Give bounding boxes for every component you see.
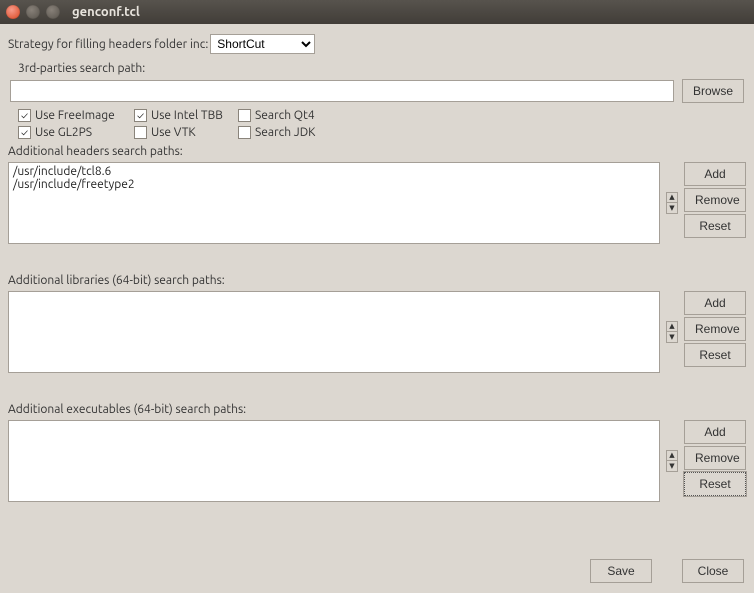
chevron-down-icon[interactable]: ▼ [666,332,678,343]
chevron-down-icon[interactable]: ▼ [666,203,678,214]
headers-spinner: ▲ ▼ [666,192,678,214]
libs-reset-button[interactable]: Reset [684,343,746,367]
chevron-up-icon[interactable]: ▲ [666,321,678,332]
thirdparty-label: 3rd-parties search path: [18,62,746,75]
libs-spinner: ▲ ▼ [666,321,678,343]
chevron-up-icon[interactable]: ▲ [666,450,678,461]
main-panel: Strategy for filling headers folder inc:… [0,24,754,593]
checkbox-icon: ✓ [18,109,31,122]
options-grid: ✓ Use FreeImage ✓ Use Intel TBB Search Q… [18,109,746,139]
check-label: Use FreeImage [35,109,115,122]
check-label: Search JDK [255,126,315,139]
maximize-icon[interactable] [46,5,60,19]
exes-label: Additional executables (64-bit) search p… [8,403,746,416]
titlebar: genconf.tcl [0,0,754,24]
libs-label: Additional libraries (64-bit) search pat… [8,274,746,287]
check-label: Use VTK [151,126,196,139]
checkbox-icon [238,126,251,139]
check-freeimage[interactable]: ✓ Use FreeImage [18,109,134,122]
headers-reset-button[interactable]: Reset [684,214,746,238]
chevron-down-icon[interactable]: ▼ [666,461,678,472]
libs-remove-button[interactable]: Remove [684,317,746,341]
libs-add-button[interactable]: Add [684,291,746,315]
minimize-icon[interactable] [26,5,40,19]
headers-remove-button[interactable]: Remove [684,188,746,212]
checkbox-icon [238,109,251,122]
exes-add-button[interactable]: Add [684,420,746,444]
check-tbb[interactable]: ✓ Use Intel TBB [134,109,238,122]
check-vtk[interactable]: Use VTK [134,126,238,139]
exes-spinner: ▲ ▼ [666,450,678,472]
exes-listbox[interactable] [8,420,660,502]
chevron-up-icon[interactable]: ▲ [666,192,678,203]
check-label: Use Intel TBB [151,109,223,122]
checkbox-icon: ✓ [134,109,147,122]
exes-remove-button[interactable]: Remove [684,446,746,470]
close-icon[interactable] [6,5,20,19]
window-title: genconf.tcl [72,5,140,19]
strategy-combo[interactable]: ShortCut [210,34,315,54]
save-button[interactable]: Save [590,559,652,583]
strategy-label: Strategy for filling headers folder inc: [8,38,208,51]
browse-button[interactable]: Browse [682,79,744,103]
exes-reset-button[interactable]: Reset [684,472,746,496]
check-gl2ps[interactable]: ✓ Use GL2PS [18,126,134,139]
footer: Save Close [590,559,744,583]
check-label: Use GL2PS [35,126,92,139]
checkbox-icon: ✓ [18,126,31,139]
close-button[interactable]: Close [682,559,744,583]
headers-add-button[interactable]: Add [684,162,746,186]
libs-listbox[interactable] [8,291,660,373]
headers-label: Additional headers search paths: [8,145,746,158]
check-qt4[interactable]: Search Qt4 [238,109,348,122]
check-jdk[interactable]: Search JDK [238,126,348,139]
check-label: Search Qt4 [255,109,315,122]
checkbox-icon [134,126,147,139]
headers-listbox[interactable]: /usr/include/tcl8.6 /usr/include/freetyp… [8,162,660,244]
thirdparty-input[interactable] [10,80,674,102]
